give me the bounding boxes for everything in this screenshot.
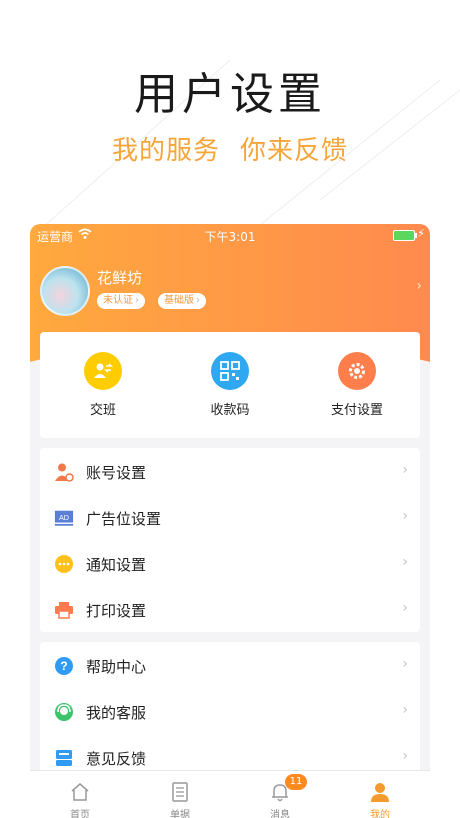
profile-chevron-right-icon[interactable]: › xyxy=(416,278,422,294)
plan-badge-label: 基础版 xyxy=(164,295,194,306)
promo-tagline: 我的服务 你来反馈 xyxy=(0,130,460,167)
chevron-right-icon: › xyxy=(402,508,408,524)
plan-badge[interactable]: 基础版 › xyxy=(158,293,206,309)
svg-text:AD: AD xyxy=(59,513,69,522)
row-label: 账号设置 xyxy=(86,464,147,482)
tab-home[interactable]: 首页 xyxy=(30,771,130,818)
battery-icon xyxy=(393,230,417,241)
tab-label: 首页 xyxy=(70,810,90,818)
unread-badge: 11 xyxy=(285,774,307,790)
tab-label: 消息 xyxy=(270,810,290,818)
quick-action-payment-settings[interactable]: 支付设置 xyxy=(297,352,417,418)
row-ad-settings[interactable]: AD 广告位设置 › xyxy=(40,494,420,540)
phone-screen: 运营商 下午3:01 ⚡ 花鲜坊 未认证 › 基础版 › › 交班 收款码 支付… xyxy=(30,224,430,818)
row-print-settings[interactable]: 打印设置 › xyxy=(40,586,420,632)
quick-actions-card: 交班 收款码 支付设置 xyxy=(40,332,420,438)
tab-label: 单据 xyxy=(170,810,190,818)
document-icon xyxy=(169,781,191,803)
chevron-right-icon: › xyxy=(402,702,408,718)
person-icon xyxy=(369,781,391,803)
tagline-my-service: 我的服务 xyxy=(111,136,220,166)
status-bar: 运营商 下午3:01 ⚡ xyxy=(30,224,430,246)
chevron-right-icon: › xyxy=(402,554,408,570)
tab-mine[interactable]: 我的 xyxy=(330,771,430,818)
row-account-settings[interactable]: 账号设置 › xyxy=(40,448,420,494)
row-label: 我的客服 xyxy=(86,704,147,722)
tab-messages[interactable]: 11 消息 xyxy=(230,771,330,818)
bell-icon: 11 xyxy=(269,774,307,803)
tagline-you-feedback: 你来反馈 xyxy=(240,136,349,166)
quick-action-label: 交班 xyxy=(89,403,116,418)
row-label: 通知设置 xyxy=(86,556,147,574)
avatar[interactable] xyxy=(40,266,90,316)
gear-icon xyxy=(338,352,376,390)
user-account-icon xyxy=(54,462,74,482)
ad-icon: AD xyxy=(54,508,74,528)
quick-action-label: 收款码 xyxy=(210,403,250,418)
home-icon xyxy=(69,781,91,803)
quick-action-qr[interactable]: 收款码 xyxy=(170,352,290,418)
chevron-right-icon: › xyxy=(135,295,139,306)
chevron-right-icon: › xyxy=(402,600,408,616)
row-customer-service[interactable]: 我的客服 › xyxy=(40,688,420,734)
verification-badge[interactable]: 未认证 › xyxy=(97,293,145,309)
help-icon: ? xyxy=(54,656,74,676)
settings-group-support: ? 帮助中心 › 我的客服 › 意见反馈 › xyxy=(40,642,420,780)
row-label: 意见反馈 xyxy=(86,750,147,768)
chevron-right-icon: › xyxy=(402,462,408,478)
row-notification-settings[interactable]: 通知设置 › xyxy=(40,540,420,586)
chat-bubble-icon xyxy=(54,554,74,574)
feedback-icon xyxy=(54,748,74,768)
tab-documents[interactable]: 单据 xyxy=(130,771,230,818)
customer-service-icon xyxy=(54,702,74,722)
quick-action-label: 支付设置 xyxy=(330,403,383,418)
charging-icon: ⚡ xyxy=(417,227,425,240)
row-label: 广告位设置 xyxy=(86,510,162,528)
chevron-right-icon: › xyxy=(402,656,408,672)
svg-text:?: ? xyxy=(60,659,67,673)
promo-headline: 用户设置 xyxy=(134,69,326,120)
tab-label: 我的 xyxy=(370,810,390,818)
chevron-right-icon: › xyxy=(196,295,200,306)
row-label: 帮助中心 xyxy=(86,658,147,676)
quick-action-shift[interactable]: 交班 xyxy=(43,352,163,418)
verification-badge-label: 未认证 xyxy=(103,295,133,306)
qr-code-icon xyxy=(211,352,249,390)
tab-bar: 首页 单据 11 消息 我的 xyxy=(30,770,430,818)
settings-group-account: 账号设置 › AD 广告位设置 › 通知设置 › 打印设置 › xyxy=(40,448,420,632)
row-label: 打印设置 xyxy=(86,602,147,620)
chevron-right-icon: › xyxy=(402,748,408,764)
shop-name[interactable]: 花鲜坊 xyxy=(97,267,142,288)
status-time: 下午3:01 xyxy=(204,230,256,244)
row-help-center[interactable]: ? 帮助中心 › xyxy=(40,642,420,688)
printer-icon xyxy=(54,600,74,620)
shift-handover-icon xyxy=(84,352,122,390)
